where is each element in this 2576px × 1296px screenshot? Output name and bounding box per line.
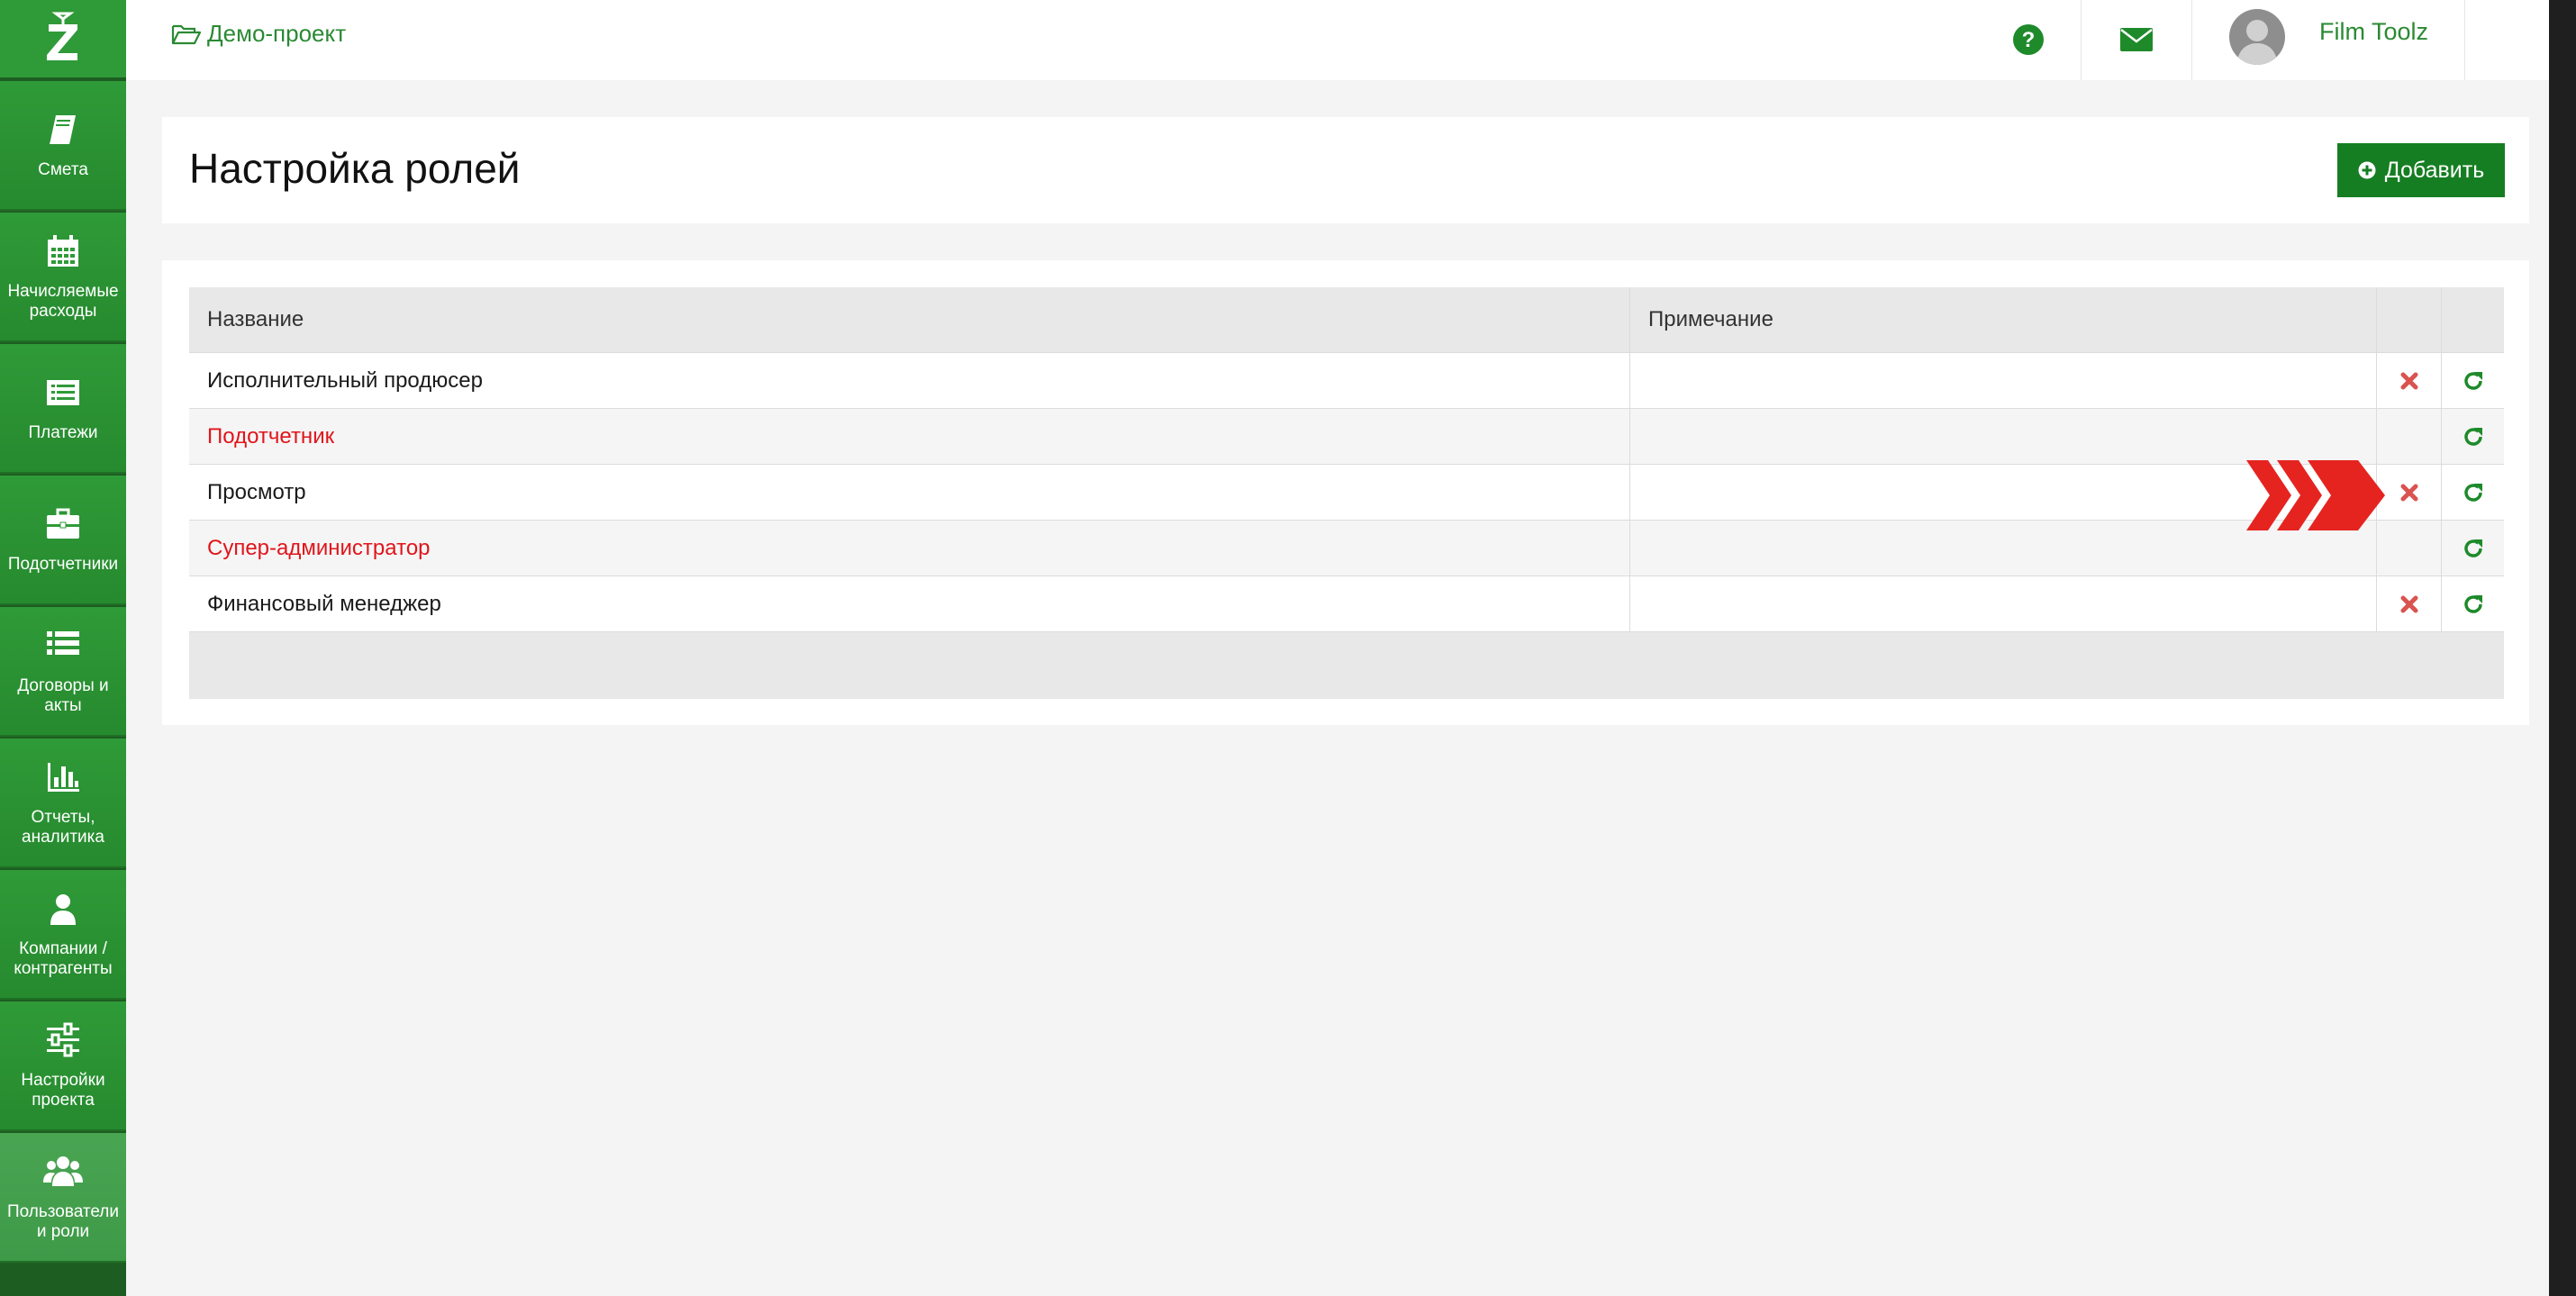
sidebar-item-users-roles[interactable]: Пользователи и роли (0, 1133, 126, 1263)
sliders-icon (43, 1020, 83, 1060)
list-icon (43, 626, 83, 666)
user-name[interactable]: Film Toolz (2319, 18, 2428, 46)
delete-icon[interactable] (2400, 595, 2418, 613)
help-icon[interactable]: ? (2009, 20, 2048, 59)
reset-cell (2442, 465, 2504, 520)
refresh-icon[interactable] (2462, 537, 2485, 560)
top-divider (2081, 0, 2082, 80)
sidebar-item-accountables[interactable]: Подотчетники (0, 476, 126, 605)
top-bar: Демо-проект ? Film Toolz RU (126, 0, 2549, 80)
add-role-button[interactable]: Добавить (2337, 143, 2505, 197)
mail-icon[interactable] (2117, 20, 2156, 59)
calendar-icon (43, 231, 83, 271)
sidebar-item-label: Компании / контрагенты (14, 939, 113, 978)
role-name[interactable]: Супер-администратор (189, 521, 1630, 575)
list-box-icon (43, 373, 83, 412)
project-selector[interactable]: Демо-проект (171, 20, 346, 48)
sidebar: Смета Начисляемые расходы Платежи Подотч… (0, 0, 126, 1296)
table-row: Подотчетник (189, 409, 2504, 465)
role-name[interactable]: Подотчетник (189, 409, 1630, 464)
sidebar-item-label: Отчеты, аналитика (22, 808, 104, 847)
page-title: Настройка ролей (189, 145, 521, 192)
reset-cell (2442, 409, 2504, 464)
add-button-label: Добавить (2384, 157, 2485, 183)
sidebar-item-label: Смета (38, 160, 88, 179)
plus-circle-icon (2358, 161, 2376, 179)
sidebar-item-label: Подотчетники (7, 555, 119, 574)
sidebar-item-companies[interactable]: Компании / контрагенты (0, 870, 126, 1000)
role-note (1630, 576, 2377, 631)
reset-cell (2442, 576, 2504, 631)
sidebar-item-accrued-expenses[interactable]: Начисляемые расходы (0, 213, 126, 342)
sidebar-item-payments[interactable]: Платежи (0, 344, 126, 474)
delete-cell (2377, 409, 2442, 464)
annotation-arrow-icon (2246, 460, 2385, 535)
avatar[interactable] (2229, 9, 2285, 65)
window-edge (2549, 0, 2576, 1296)
app-logo[interactable] (0, 0, 126, 77)
column-header-name[interactable]: Название (189, 287, 1630, 352)
sidebar-item-project-settings[interactable]: Настройки проекта (0, 1001, 126, 1131)
delete-icon[interactable] (2400, 372, 2418, 390)
column-header-delete (2377, 287, 2442, 352)
folder-open-icon (171, 24, 202, 44)
sidebar-item-label: Настройки проекта (21, 1071, 105, 1110)
top-divider (2464, 0, 2465, 80)
refresh-icon[interactable] (2462, 369, 2485, 393)
delete-cell (2377, 353, 2442, 408)
role-name[interactable]: Исполнительный продюсер (189, 353, 1630, 408)
sidebar-item-label: Начисляемые расходы (7, 282, 119, 321)
role-name[interactable]: Просмотр (189, 465, 1630, 520)
roles-panel: Название Примечание Исполнительный продю… (162, 260, 2529, 725)
table-row: Просмотр (189, 465, 2504, 521)
column-header-note[interactable]: Примечание (1630, 287, 2377, 352)
sidebar-item-estimate[interactable]: Смета (0, 81, 126, 211)
refresh-icon[interactable] (2462, 593, 2485, 616)
top-divider (2191, 0, 2192, 80)
table-row: Финансовый менеджер (189, 576, 2504, 632)
sidebar-item-label: Пользователи и роли (6, 1202, 119, 1241)
briefcase-icon (43, 504, 83, 544)
role-name[interactable]: Финансовый менеджер (189, 576, 1630, 631)
project-name: Демо-проект (207, 20, 347, 47)
table-row: Исполнительный продюсер (189, 353, 2504, 409)
user-icon (43, 889, 83, 929)
sidebar-item-contracts[interactable]: Договоры и акты (0, 607, 126, 737)
delete-cell (2377, 576, 2442, 631)
svg-text:?: ? (2022, 28, 2036, 52)
sidebar-item-label: Платежи (28, 423, 98, 442)
users-icon (43, 1152, 83, 1192)
book-icon (43, 110, 83, 150)
sidebar-item-reports[interactable]: Отчеты, аналитика (0, 739, 126, 868)
delete-cell (2377, 521, 2442, 575)
delete-cell (2377, 465, 2442, 520)
role-note (1630, 409, 2377, 464)
logo-z-icon (47, 12, 77, 60)
reset-cell (2442, 521, 2504, 575)
page-header: Настройка ролей Добавить (162, 117, 2529, 223)
refresh-icon[interactable] (2462, 425, 2485, 449)
refresh-icon[interactable] (2462, 481, 2485, 504)
sidebar-item-label: Договоры и акты (17, 676, 109, 715)
role-note (1630, 353, 2377, 408)
roles-table: Название Примечание Исполнительный продю… (189, 287, 2504, 699)
table-row: Супер-администратор (189, 521, 2504, 576)
column-header-reset (2442, 287, 2504, 352)
bar-chart-icon (43, 757, 83, 797)
reset-cell (2442, 353, 2504, 408)
table-header-row: Название Примечание (189, 287, 2504, 353)
delete-icon[interactable] (2400, 484, 2418, 502)
table-footer (189, 632, 2504, 699)
